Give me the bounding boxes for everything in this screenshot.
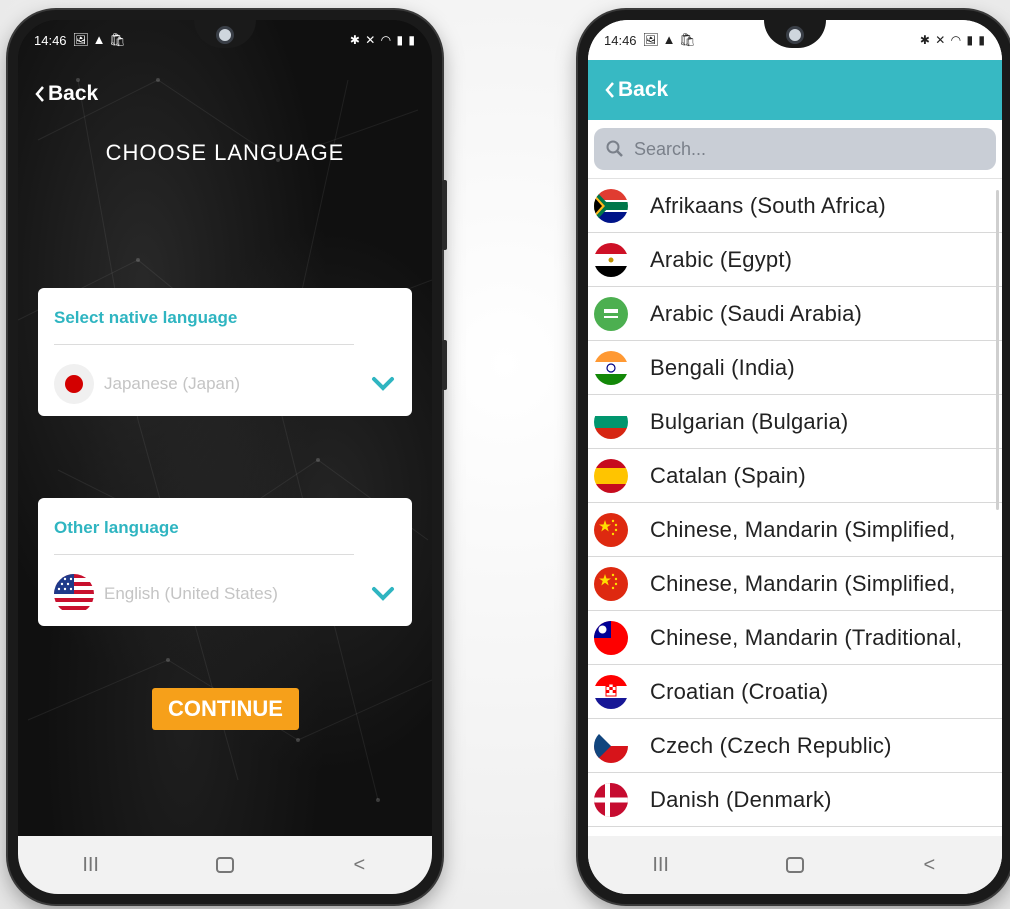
language-list-item[interactable]: Croatian (Croatia) (588, 665, 1002, 719)
home-button[interactable] (785, 857, 804, 873)
china-flag-icon (594, 566, 628, 601)
japan-flag-icon (54, 364, 94, 404)
language-list-item[interactable]: Bengali (India) (588, 341, 1002, 395)
status-time: 14:46 (604, 32, 637, 48)
nav-back-button[interactable]: < (909, 845, 949, 885)
china-flag-icon (594, 512, 628, 547)
language-list-item[interactable]: Chinese, Mandarin (Traditional, (588, 611, 1002, 665)
search-icon (606, 140, 623, 157)
native-language-dropdown[interactable]: Japanese (Japan) (54, 363, 396, 405)
native-language-value: Japanese (Japan) (104, 374, 241, 393)
status-right-icons: ✱ ✕ ◠ ▮ ▮ (349, 33, 416, 47)
header-bar: Back (588, 60, 1002, 120)
egypt-flag-icon (594, 242, 628, 277)
language-list-item[interactable]: Afrikaans (South Africa) (588, 179, 1002, 233)
other-language-dropdown[interactable]: English (United States) (54, 573, 396, 615)
home-button[interactable] (215, 857, 234, 873)
language-list-item[interactable]: Bulgarian (Bulgaria) (588, 395, 1002, 449)
power-button (442, 340, 447, 390)
language-list-item[interactable]: Chinese, Mandarin (Simplified, (588, 557, 1002, 611)
language-name: Croatian (Croatia) (650, 678, 829, 704)
language-list: Afrikaans (South Africa) Arabic (Egypt) Ar… (588, 178, 1002, 836)
language-list-item[interactable]: Arabic (Egypt) (588, 233, 1002, 287)
system-nav-bar: III < (588, 836, 1002, 894)
language-name: Chinese, Mandarin (Simplified, (650, 516, 956, 542)
croatia-flag-icon (594, 674, 628, 709)
chevron-down-icon (372, 587, 394, 601)
continue-button[interactable]: CONTINUE (152, 688, 299, 730)
recents-button[interactable]: III (641, 845, 681, 885)
camera-icon (786, 26, 804, 44)
india-flag-icon (594, 350, 628, 385)
language-name: Catalan (Spain) (650, 462, 806, 488)
phone-frame-right: 14:46 🖼 ▲ 🛍 ✱ ✕ ◠ ▮ ▮ Back Search... Afr… (578, 10, 1010, 904)
phone-frame-left: 14:46 🖼 ▲ 🛍 ✱ ✕ ◠ ▮ ▮ Back CHOOSE LANGUA… (8, 10, 447, 904)
choose-language-screen: 14:46 🖼 ▲ 🛍 ✱ ✕ ◠ ▮ ▮ Back CHOOSE LANGUA… (18, 20, 432, 894)
page-title: CHOOSE LANGUAGE (105, 140, 345, 165)
language-list-item[interactable]: Arabic (Saudi Arabia) (588, 287, 1002, 341)
language-name: Bengali (India) (650, 354, 795, 380)
language-name: Arabic (Egypt) (650, 246, 793, 272)
scrollbar[interactable] (996, 190, 999, 510)
spain-flag-icon (594, 458, 628, 493)
south-africa-flag-icon (594, 188, 628, 223)
search-input[interactable]: Search... (634, 139, 706, 160)
back-button[interactable]: Back (604, 78, 668, 102)
chevron-left-icon (605, 82, 614, 98)
chevron-left-icon (35, 86, 44, 102)
language-list-item[interactable]: Catalan (Spain) (588, 449, 1002, 503)
saudi-arabia-flag-icon (594, 296, 628, 331)
language-name: Chinese, Mandarin (Traditional, (650, 624, 963, 650)
status-time: 14:46 (34, 32, 67, 48)
other-language-value: English (United States) (104, 584, 278, 603)
search-bar[interactable]: Search... (594, 128, 996, 170)
status-right-icons: ✱ ✕ ◠ ▮ ▮ (919, 33, 986, 47)
language-name: Arabic (Saudi Arabia) (650, 300, 863, 326)
taiwan-flag-icon (594, 620, 628, 655)
language-name: Bulgarian (Bulgaria) (650, 408, 849, 434)
native-language-label: Select native language (54, 308, 238, 327)
nav-back-button[interactable]: < (339, 845, 379, 885)
czech-republic-flag-icon (594, 728, 628, 763)
camera-icon (216, 26, 234, 44)
recents-button[interactable]: III (71, 845, 111, 885)
language-name: Afrikaans (South Africa) (650, 192, 886, 218)
status-left-icons: 🖼 ▲ 🛍 (72, 32, 126, 47)
language-name: Czech (Czech Republic) (650, 732, 892, 758)
language-name: Danish (Denmark) (650, 786, 832, 812)
system-nav-bar: III < (18, 836, 432, 894)
language-list-item[interactable]: Danish (Denmark) (588, 773, 1002, 827)
language-list-item[interactable]: Chinese, Mandarin (Simplified, (588, 503, 1002, 557)
bulgaria-flag-icon (594, 404, 628, 439)
divider (54, 554, 354, 555)
chevron-down-icon (372, 377, 394, 391)
language-list-item[interactable] (588, 827, 1002, 836)
back-label: Back (618, 78, 669, 101)
volume-button (442, 180, 447, 250)
divider (54, 344, 354, 345)
us-flag-icon (54, 574, 94, 614)
language-list-screen: 14:46 🖼 ▲ 🛍 ✱ ✕ ◠ ▮ ▮ Back Search... Afr… (588, 20, 1002, 894)
language-list-item[interactable]: Czech (Czech Republic) (588, 719, 1002, 773)
denmark-flag-icon (594, 782, 628, 817)
other-language-card: Other language English (United States) (38, 498, 412, 626)
other-language-label: Other language (54, 518, 179, 537)
language-name: Chinese, Mandarin (Simplified, (650, 570, 956, 596)
back-label: Back (48, 82, 99, 105)
back-button[interactable]: Back (34, 82, 98, 106)
native-language-card: Select native language Japanese (Japan) (38, 288, 412, 416)
status-left-icons: 🖼 ▲ 🛍 (642, 32, 696, 47)
